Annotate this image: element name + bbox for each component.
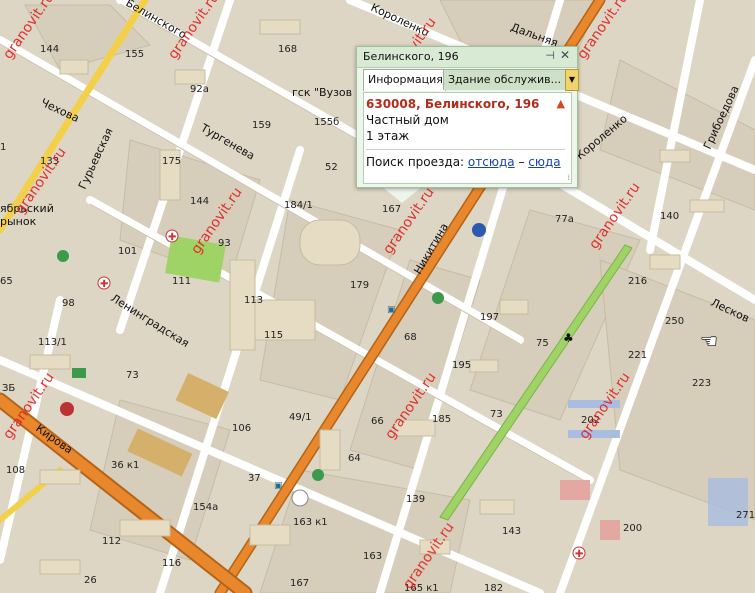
house-number: 101 xyxy=(118,246,137,257)
place-label-market2: рынок xyxy=(0,215,37,228)
house-number: 73 xyxy=(126,370,139,381)
house-number: 250 xyxy=(665,316,684,327)
popup-tabs: Информация Здание обслужив... ▼ xyxy=(363,69,579,91)
house-number: 111 xyxy=(172,276,191,287)
house-number: 26 xyxy=(84,575,97,586)
house-number: 163 к1 xyxy=(293,517,328,528)
divider xyxy=(366,149,565,150)
house-number: 223 xyxy=(692,378,711,389)
close-icon[interactable]: ✕ xyxy=(560,48,570,62)
house-number: 108 xyxy=(6,465,25,476)
info-popup[interactable]: Белинского, 196 ⊣ ✕ Информация Здание об… xyxy=(356,46,579,188)
popup-titlebar[interactable]: Белинского, 196 ⊣ ✕ xyxy=(357,47,577,68)
route-search: Поиск проезда: отсюда – сюда xyxy=(366,155,561,169)
shop-icon-2 xyxy=(312,469,324,481)
tab-information[interactable]: Информация xyxy=(363,69,446,91)
house-number: 143 xyxy=(502,526,521,537)
church-icon xyxy=(472,223,486,237)
tree-icon: ♣ xyxy=(563,331,574,345)
house-number: 185 xyxy=(432,414,451,425)
house-number: 73 xyxy=(490,409,503,420)
hospital-cross-3: ✚ xyxy=(575,549,583,560)
house-number: 179 xyxy=(350,280,369,291)
house-number: 52 xyxy=(325,162,338,173)
house-number: 154а xyxy=(193,502,218,513)
house-number: 115 xyxy=(264,330,283,341)
house-number: 1 xyxy=(0,142,6,153)
house-number: 155б xyxy=(314,117,339,128)
house-number: 112 xyxy=(102,536,121,547)
hospital-cross-2: ✚ xyxy=(100,279,108,290)
house-number: 175 xyxy=(162,156,181,167)
house-number: 197 xyxy=(480,312,499,323)
house-number: 113/1 xyxy=(38,337,67,348)
bed-icon xyxy=(72,368,86,378)
house-number: 65 xyxy=(0,276,13,287)
pharmacy-icon xyxy=(432,292,444,304)
house-number: 216 xyxy=(628,276,647,287)
house-number: 140 xyxy=(660,211,679,222)
house-number: 92а xyxy=(190,84,209,95)
resize-grip-icon[interactable]: ⁞ xyxy=(567,173,570,182)
house-number: 159 xyxy=(252,120,271,131)
house-number: 66 xyxy=(371,416,384,427)
chevron-down-icon[interactable]: ▼ xyxy=(565,69,579,91)
popup-title: Белинского, 196 xyxy=(363,50,459,63)
pin-icon[interactable]: ⊣ xyxy=(545,49,555,62)
house-number: 36 к1 xyxy=(111,460,139,471)
house-number: 113 xyxy=(244,295,263,306)
house-number: 200 xyxy=(623,523,642,534)
house-number: 144 xyxy=(40,44,59,55)
hospital-cross: ✚ xyxy=(168,232,176,243)
hand-cursor-icon: ☚ xyxy=(700,329,718,353)
bus-stop-icon-2: ▣ xyxy=(274,481,283,491)
house-number: 221 xyxy=(628,350,647,361)
house-number: 139 xyxy=(406,494,425,505)
house-number: 163 xyxy=(363,551,382,562)
house-number: 93 xyxy=(218,238,231,249)
house-number: 195 xyxy=(452,360,471,371)
house-number: 77а xyxy=(555,214,574,225)
bus-stop-icon: ▣ xyxy=(387,305,396,315)
house-number: 167 xyxy=(382,204,401,215)
house-number: 155 xyxy=(125,49,144,60)
house-number: 167 xyxy=(290,578,309,589)
house-number: 184/1 xyxy=(284,200,313,211)
cafe-icon xyxy=(60,402,74,416)
fountain-icon xyxy=(291,489,309,507)
route-to-link[interactable]: сюда xyxy=(528,155,560,169)
house-number: 168 xyxy=(278,44,297,55)
house-number: 106 xyxy=(232,423,251,434)
house-number: 144 xyxy=(190,196,209,207)
place-label-gsk: гск "Вузов xyxy=(292,86,352,99)
popup-body: 630008, Белинского, 196 ▲ Частный дом 1 … xyxy=(363,92,572,184)
building-type: Частный дом xyxy=(366,113,449,127)
house-number: 98 xyxy=(62,298,75,309)
house-number: 68 xyxy=(404,332,417,343)
house-number: 49/1 xyxy=(289,412,311,423)
house-number: 64 xyxy=(348,453,361,464)
address-text: 630008, Белинского, 196 xyxy=(366,97,540,111)
warning-icon[interactable]: ▲ xyxy=(557,97,565,110)
route-from-link[interactable]: отсюда xyxy=(468,155,515,169)
floors-text: 1 этаж xyxy=(366,129,410,143)
route-dash: – xyxy=(518,155,525,169)
house-number: 116 xyxy=(162,558,181,569)
route-label: Поиск проезда: xyxy=(366,155,465,169)
house-number: 75 xyxy=(536,338,549,349)
house-number: ЗБ xyxy=(2,383,15,394)
tab-building[interactable]: Здание обслужив... xyxy=(443,69,568,90)
house-number: 182 xyxy=(484,583,503,593)
house-number: 271 xyxy=(736,510,755,521)
shop-icon xyxy=(57,250,69,262)
house-number: 37 xyxy=(248,473,261,484)
